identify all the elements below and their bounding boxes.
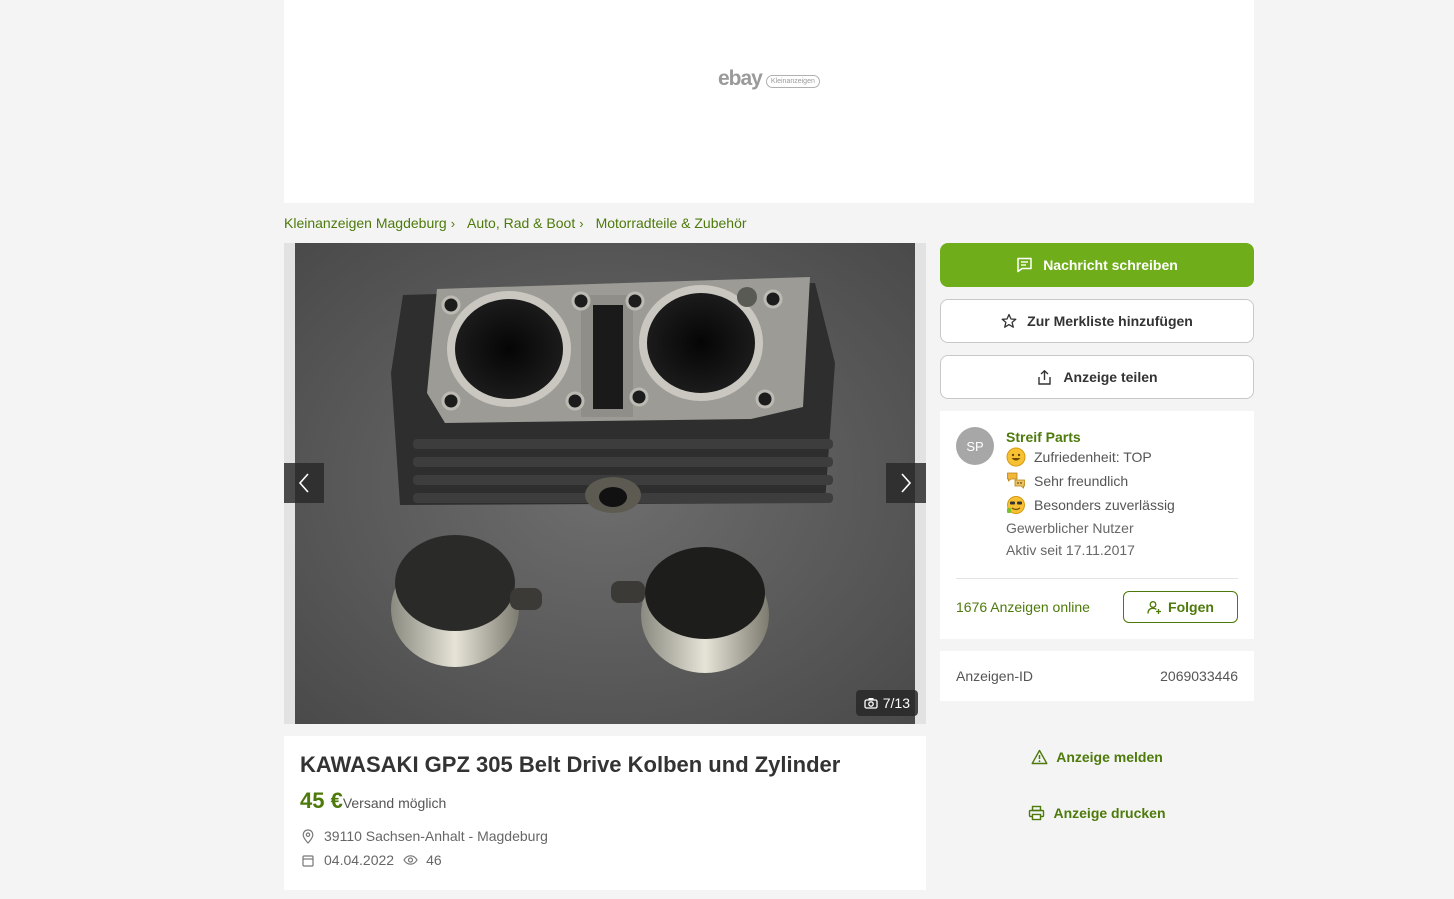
breadcrumb-item-city[interactable]: Kleinanzeigen Magdeburg › bbox=[284, 215, 467, 231]
chevron-right-icon bbox=[901, 473, 912, 493]
seller-badge-label: Sehr freundlich bbox=[1034, 473, 1129, 489]
share-button[interactable]: Anzeige teilen bbox=[940, 355, 1254, 399]
star-icon bbox=[1001, 313, 1017, 328]
reliable-icon bbox=[1007, 496, 1025, 514]
avatar[interactable]: SP bbox=[956, 427, 994, 465]
follow-user-icon bbox=[1147, 600, 1162, 614]
follow-button[interactable]: Folgen bbox=[1123, 591, 1238, 623]
gallery-next-button[interactable] bbox=[886, 463, 926, 503]
divider bbox=[956, 578, 1238, 579]
camera-icon bbox=[864, 698, 878, 709]
add-to-watchlist-button[interactable]: Zur Merkliste hinzufügen bbox=[940, 299, 1254, 343]
breadcrumb-label: Kleinanzeigen Magdeburg bbox=[284, 215, 447, 231]
image-counter-label: 7/13 bbox=[882, 695, 910, 711]
seller-card: SP Streif Parts Zufriedenheit: TOP Sehr … bbox=[940, 411, 1254, 639]
printer-icon bbox=[1029, 805, 1045, 821]
send-message-label: Nachricht schreiben bbox=[1043, 257, 1178, 273]
image-counter: 7/13 bbox=[855, 690, 918, 716]
seller-info: Streif Parts Zufriedenheit: TOP Sehr fre… bbox=[1006, 429, 1175, 561]
warning-icon bbox=[1031, 749, 1048, 765]
location-pin-icon bbox=[300, 828, 316, 844]
listing-details: KAWASAKI GPZ 305 Belt Drive Kolben und Z… bbox=[284, 736, 926, 890]
share-label: Anzeige teilen bbox=[1063, 369, 1158, 385]
seller-type: Gewerblicher Nutzer bbox=[1006, 520, 1134, 536]
listing-photo[interactable] bbox=[295, 243, 915, 724]
seller-badge: Sehr freundlich bbox=[1006, 469, 1175, 493]
seller-badge-label: Zufriedenheit: TOP bbox=[1034, 449, 1152, 465]
calendar-icon bbox=[300, 852, 316, 868]
listing-meta: 04.04.2022 46 bbox=[300, 852, 910, 868]
eye-icon bbox=[402, 852, 418, 868]
send-message-button[interactable]: Nachricht schreiben bbox=[940, 243, 1254, 287]
report-ad-label: Anzeige melden bbox=[1056, 749, 1163, 765]
ad-id-card: Anzeigen-ID 2069033446 bbox=[940, 651, 1254, 701]
chevron-left-icon bbox=[298, 473, 309, 493]
seller-badge-label: Besonders zuverlässig bbox=[1034, 497, 1175, 513]
report-ad-button[interactable]: Anzeige melden bbox=[940, 745, 1254, 769]
listing-title: KAWASAKI GPZ 305 Belt Drive Kolben und Z… bbox=[300, 752, 841, 777]
ebay-logo[interactable]: ebay Kleinanzeigen bbox=[718, 64, 820, 94]
ebay-logo-pill: Kleinanzeigen bbox=[765, 75, 820, 88]
view-count: 46 bbox=[426, 852, 442, 868]
listing-location: 39110 Sachsen-Anhalt - Magdeburg bbox=[300, 828, 910, 844]
listing-date: 04.04.2022 bbox=[324, 852, 395, 868]
ad-id-value: 2069033446 bbox=[1160, 668, 1238, 684]
print-ad-label: Anzeige drucken bbox=[1053, 805, 1166, 821]
ad-id-label: Anzeigen-ID bbox=[956, 668, 1034, 684]
seller-badge: Zufriedenheit: TOP bbox=[1006, 445, 1175, 469]
breadcrumb-item-category[interactable]: Auto, Rad & Boot › bbox=[467, 215, 596, 231]
breadcrumb-label: Motorradteile & Zubehör bbox=[595, 215, 747, 231]
seller-ads-online-link[interactable]: 1676 Anzeigen online bbox=[956, 599, 1090, 615]
breadcrumb-label: Auto, Rad & Boot bbox=[467, 215, 576, 231]
seller-active-since: Aktiv seit 17.11.2017 bbox=[1006, 542, 1135, 558]
breadcrumb-item-subcategory[interactable]: Motorradteile & Zubehör bbox=[596, 215, 747, 231]
page: ebay Kleinanzeigen Kleinanzeigen Magdebu… bbox=[0, 0, 1454, 899]
breadcrumb: Kleinanzeigen Magdeburg › Auto, Rad & Bo… bbox=[284, 214, 747, 232]
follow-label: Folgen bbox=[1168, 599, 1214, 615]
listing-price: 45 € bbox=[300, 788, 343, 813]
ebay-logo-word: ebay bbox=[718, 67, 763, 90]
price-row: 45 € Versand möglich bbox=[300, 788, 910, 814]
seller-badge: Besonders zuverlässig bbox=[1006, 493, 1175, 517]
chat-bubbles-icon bbox=[1007, 472, 1025, 489]
share-icon bbox=[1038, 369, 1052, 385]
print-ad-button[interactable]: Anzeige drucken bbox=[940, 801, 1254, 825]
image-gallery[interactable]: 7/13 bbox=[284, 243, 926, 724]
chevron-right-icon: › bbox=[450, 215, 456, 231]
seller-name[interactable]: Streif Parts bbox=[1006, 429, 1175, 445]
ad-banner[interactable] bbox=[284, 0, 1254, 203]
gallery-prev-button[interactable] bbox=[284, 463, 324, 503]
message-icon bbox=[1017, 257, 1032, 273]
listing-location-text: 39110 Sachsen-Anhalt - Magdeburg bbox=[324, 828, 548, 844]
smiley-icon bbox=[1006, 447, 1026, 467]
watchlist-label: Zur Merkliste hinzufügen bbox=[1027, 313, 1193, 329]
shipping-info: Versand möglich bbox=[342, 795, 447, 811]
chevron-right-icon: › bbox=[579, 215, 584, 231]
